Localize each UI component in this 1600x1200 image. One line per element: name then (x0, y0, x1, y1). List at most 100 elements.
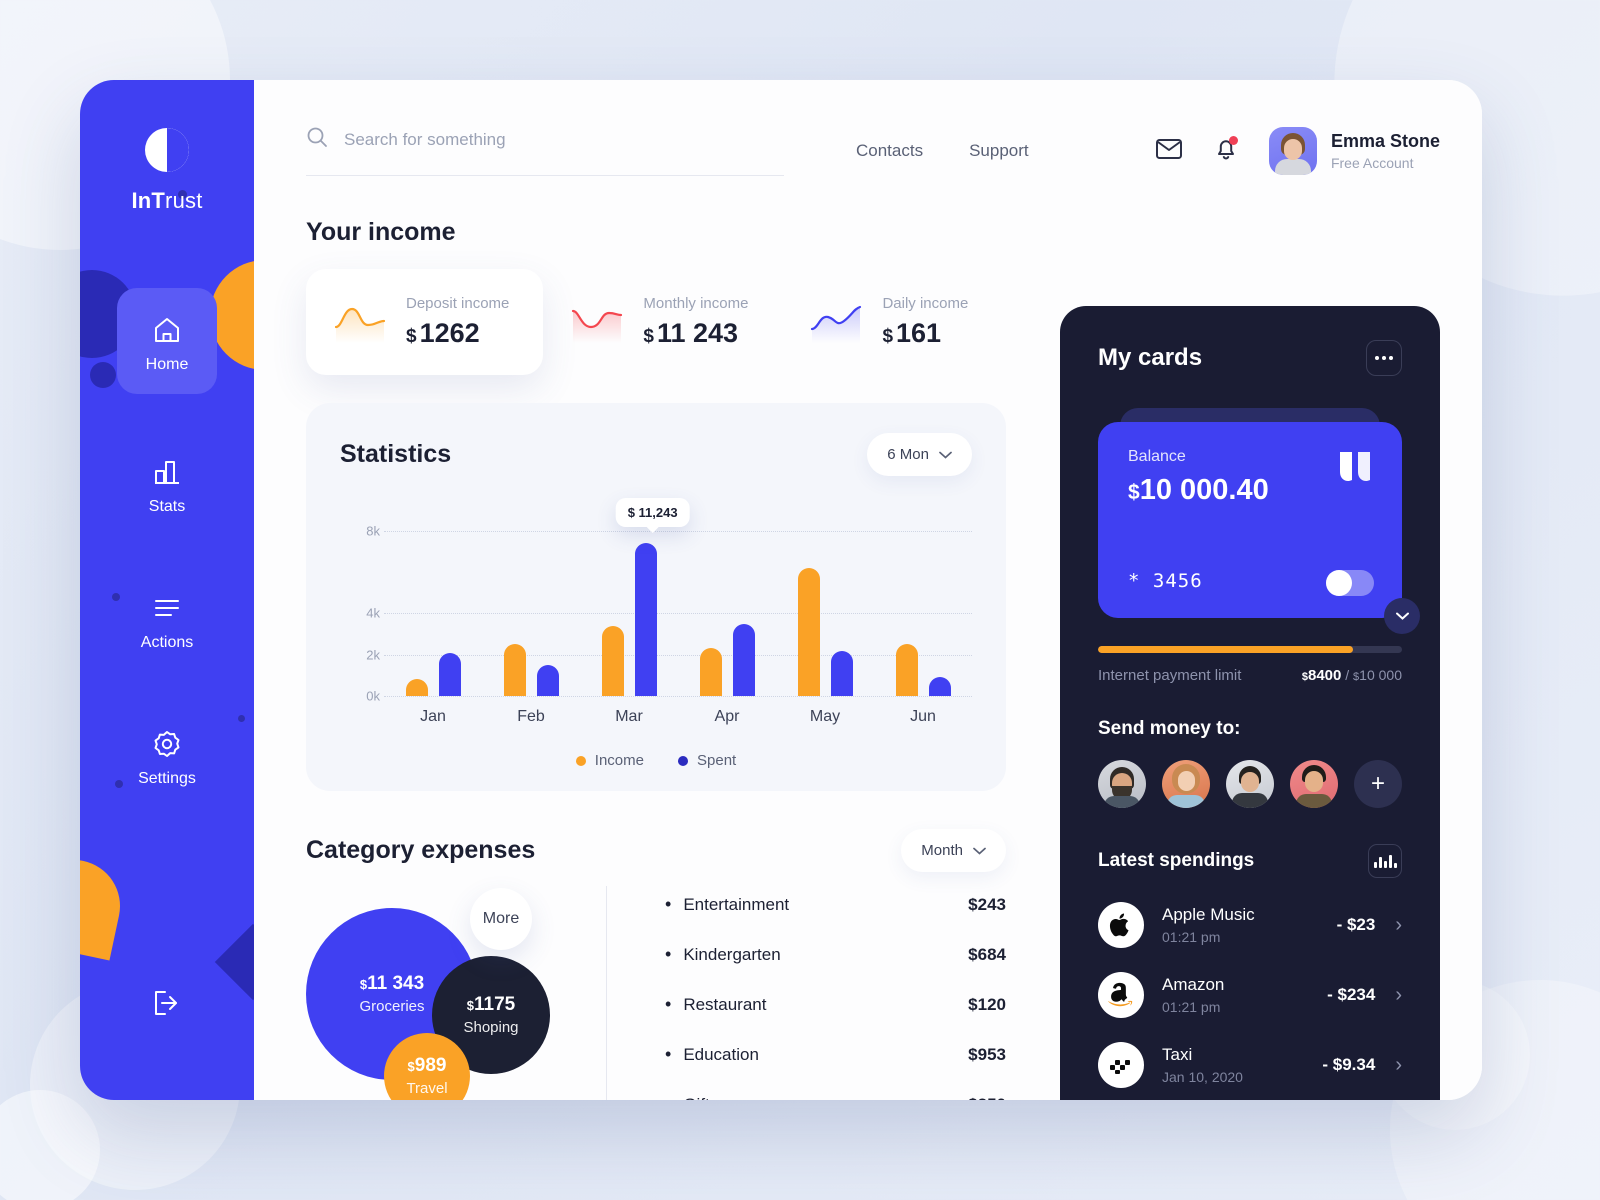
my-cards-title: My cards (1098, 344, 1203, 371)
spending-row[interactable]: Amazon 01:21 pm - $234 › (1098, 972, 1402, 1018)
balance-label: Balance (1128, 448, 1186, 465)
top-nav: Contacts Support (856, 141, 1029, 161)
blue-spark-icon (811, 305, 862, 343)
category-amount: $684 (968, 944, 1006, 964)
range-selector-month[interactable]: Month (901, 829, 1006, 872)
x-axis-tick: Jan (420, 708, 446, 725)
x-axis-tick: Apr (714, 708, 740, 725)
category-row[interactable]: Kindergarten $684 (665, 944, 1006, 965)
envelope-icon[interactable] (1155, 137, 1183, 166)
category-row[interactable]: Gifts $350 (665, 1094, 1006, 1101)
sidebar-item-stats[interactable]: Stats (117, 438, 217, 530)
bar-spent[interactable] (830, 650, 853, 696)
category-header: Category expenses Month (306, 829, 1006, 872)
ellipsis-icon[interactable] (1366, 340, 1402, 376)
bar-income[interactable] (405, 679, 428, 696)
income-card-label: Deposit income (406, 295, 510, 312)
category-name: Entertainment (665, 894, 789, 915)
contact-avatar[interactable] (1162, 760, 1210, 808)
bar-income[interactable] (601, 625, 624, 696)
decorative-shape (214, 923, 254, 1001)
search-input[interactable] (344, 129, 784, 150)
apple-icon (1098, 902, 1144, 948)
income-card-monthly[interactable]: Monthly income $11 243 (543, 269, 782, 375)
topbar-actions: Emma Stone Free Account (1155, 127, 1440, 175)
spending-row[interactable]: Taxi Jan 10, 2020 - $9.34 › (1098, 1042, 1402, 1088)
user-role: Free Account (1330, 155, 1414, 171)
category-name: Restaurant (665, 994, 766, 1015)
user-name: Emma Stone (1330, 131, 1440, 151)
bar-income[interactable] (503, 644, 526, 696)
sidebar-item-label: Stats (148, 498, 186, 515)
decorative-shape (80, 851, 129, 961)
spending-name: Amazon (1162, 975, 1225, 994)
contact-avatar[interactable] (1290, 760, 1338, 808)
category-title: Category expenses (306, 836, 536, 864)
card-toggle[interactable] (1326, 570, 1374, 596)
sidebar-item-actions[interactable]: Actions (117, 574, 217, 666)
nav-link-support[interactable]: Support (969, 141, 1029, 161)
plus-icon[interactable]: + (1354, 760, 1402, 808)
search-box[interactable] (306, 126, 784, 176)
bar-spent[interactable] (438, 652, 461, 696)
chevron-down-icon[interactable] (1384, 598, 1420, 634)
bank-card[interactable]: Balance $10 000.40 * 3456 (1098, 422, 1402, 618)
bar-spent[interactable] (634, 543, 657, 696)
right-column: My cards Balance $10 000.40 * 3456 Inter… (1060, 176, 1440, 1100)
income-card-daily[interactable]: Daily income $161 (782, 269, 1002, 375)
sidebar-item-settings[interactable]: Settings (117, 710, 217, 802)
bar-spent[interactable] (928, 677, 951, 696)
bar-income[interactable] (895, 644, 918, 696)
sidebar-nav: Home Stats Actions Settings (80, 288, 254, 846)
currency-symbol: $ (1128, 481, 1140, 504)
logout-icon[interactable] (151, 989, 183, 1022)
my-cards-panel: My cards Balance $10 000.40 * 3456 Inter… (1060, 306, 1440, 1100)
gear-icon (117, 728, 217, 760)
bubble-label: Groceries (359, 998, 425, 1015)
chevron-right-icon[interactable]: › (1395, 914, 1402, 937)
bubble-more[interactable]: More (470, 888, 532, 950)
spending-amount: - $234 (1327, 985, 1376, 1004)
contact-avatar[interactable] (1226, 760, 1274, 808)
bell-icon[interactable] (1213, 135, 1239, 167)
legend-label: Spent (697, 752, 737, 769)
y-axis-tick: 0k (366, 688, 380, 704)
user-menu[interactable]: Emma Stone Free Account (1268, 127, 1440, 175)
contact-avatar[interactable] (1098, 760, 1146, 808)
spending-time: 01:21 pm (1162, 999, 1221, 1015)
category-amount: $243 (968, 894, 1006, 914)
red-spark-icon (572, 309, 623, 343)
amount: 11 243 (656, 318, 739, 348)
spendings-list: Apple Music 01:21 pm - $23 › Amazon 01:21 pm -… (1098, 902, 1402, 1088)
card-number: * 3456 (1128, 570, 1203, 592)
chevron-down-icon (973, 847, 986, 855)
bubble-amount: $1175 (466, 994, 516, 1015)
payment-limit-fill (1098, 646, 1354, 653)
bar-income[interactable] (797, 567, 820, 696)
bar-spent[interactable] (732, 623, 755, 696)
sidebar-item-home[interactable]: Home (117, 288, 217, 394)
category-bubbles: $11 343 Groceries $1175 Shoping $989 Tra… (306, 886, 606, 1100)
spending-time: 01:21 pm (1162, 929, 1221, 945)
card-stack: Balance $10 000.40 * 3456 (1098, 408, 1420, 634)
range-selector-6mon[interactable]: 6 Mon (867, 433, 972, 476)
latest-spendings-title: Latest spendings (1098, 850, 1255, 871)
bar-group (384, 510, 482, 696)
category-row[interactable]: Entertainment $243 (665, 894, 1006, 915)
statistics-header: Statistics 6 Mon (340, 433, 972, 476)
bar-group (678, 510, 776, 696)
chevron-right-icon[interactable]: › (1395, 984, 1402, 1007)
bar-spent[interactable] (536, 665, 559, 696)
spending-row[interactable]: Apple Music 01:21 pm - $23 › (1098, 902, 1402, 948)
chevron-right-icon[interactable]: › (1395, 1054, 1402, 1077)
bar-chart-icon[interactable] (1368, 844, 1402, 878)
y-axis-tick: 4k (366, 605, 380, 621)
bar-income[interactable] (699, 648, 722, 696)
category-row[interactable]: Restaurant $120 (665, 994, 1006, 1015)
payment-limit-label: Internet payment limit (1098, 667, 1242, 684)
category-row[interactable]: Education $953 (665, 1044, 1006, 1065)
income-card-deposit[interactable]: Deposit income $1262 (306, 269, 544, 375)
brand-name-bold: InT (131, 188, 166, 213)
nav-link-contacts[interactable]: Contacts (856, 141, 923, 161)
balance-value: $10 000.40 (1128, 474, 1372, 507)
